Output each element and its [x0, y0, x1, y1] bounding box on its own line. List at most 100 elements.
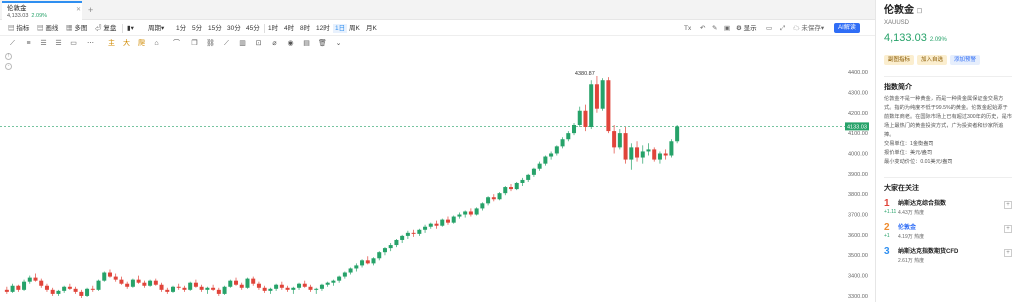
bear-icon[interactable]: ⌂	[152, 39, 161, 48]
period-week[interactable]: 周K	[349, 24, 360, 33]
trendline-icon[interactable]: ⟋	[8, 39, 17, 48]
candlestick-chart[interactable]: 4400.00 4300.00 4200.00 4100.00 4000.00 3900.…	[0, 52, 875, 302]
edit-icon[interactable]: ✎	[712, 24, 717, 33]
period-1h[interactable]: 1时	[268, 24, 278, 33]
candle-body	[256, 283, 261, 288]
candle-body	[228, 280, 233, 287]
toolbar: ▤ 指标 ▤ 画线 ▦ 多图 ⏎ 复盘 ▮▾ 周期▾ 1分 5分 15分 30分…	[0, 21, 875, 36]
screenshot-icon[interactable]: ▣	[724, 24, 730, 33]
candle-body	[514, 182, 519, 190]
candle-body	[199, 286, 204, 290]
bars-icon[interactable]: ▥	[238, 39, 247, 48]
replay-button[interactable]: ⏎ 复盘	[95, 24, 116, 33]
watch-name: 纳斯达克指数期货CFD	[898, 249, 959, 255]
candle-body	[56, 290, 61, 294]
watch-item[interactable]: 2 伦敦金 +1 4.19万 热度 +	[884, 220, 1012, 242]
candle-body	[411, 232, 416, 234]
undo-icon[interactable]: ↶	[700, 24, 705, 33]
period-1d[interactable]: 1日	[333, 24, 348, 33]
more-icon[interactable]: ⋯	[86, 39, 95, 48]
watch-heat: 2.61万 热度	[898, 258, 925, 264]
lines-icon[interactable]: ☰	[39, 39, 48, 48]
period-15m[interactable]: 15分	[208, 24, 222, 33]
trash-icon[interactable]: 🗑	[318, 39, 327, 48]
candle-body	[113, 276, 118, 280]
price-tick-label: 3900.00	[848, 172, 868, 178]
candle-body	[90, 288, 95, 290]
period-dropdown[interactable]: 周期▾	[148, 24, 164, 33]
add-alert-button[interactable]: 添加预警	[950, 55, 981, 65]
channel-icon[interactable]: ☰	[54, 39, 63, 48]
watch-item[interactable]: 3 纳斯达克指数期货CFD 2.61万 热度 +	[884, 244, 1012, 266]
candle-body	[285, 287, 290, 290]
candle-body	[342, 272, 347, 277]
layout-icon[interactable]: ▭	[766, 24, 772, 33]
add-icon[interactable]: +	[1004, 225, 1012, 233]
candle-body	[325, 282, 330, 285]
period-5m[interactable]: 5分	[192, 24, 202, 33]
hline-icon[interactable]: ≡	[24, 39, 33, 48]
eye-icon[interactable]: ◉	[286, 39, 295, 48]
bull-icon[interactable]: 爬	[137, 39, 146, 48]
sub-indicator-button[interactable]: 副图指标	[884, 55, 915, 65]
ai-interpret-button[interactable]: AI解读	[834, 23, 860, 33]
price-tick-label: 4000.00	[848, 151, 868, 157]
fullscreen-icon[interactable]: ⤢	[780, 24, 785, 33]
period-4h[interactable]: 4时	[284, 24, 294, 33]
clipboard-icon[interactable]: ▤	[302, 39, 311, 48]
dropdown-icon[interactable]: ⌄	[334, 39, 343, 48]
watch-item[interactable]: 1 纳斯达克综合指数 +1.11 4.43万 热度 +	[884, 196, 1012, 218]
big-icon[interactable]: 大	[122, 39, 131, 48]
magnet-icon[interactable]: ⌀	[270, 39, 279, 48]
price-tick-label: 4400.00	[848, 70, 868, 76]
candle-body	[440, 219, 445, 226]
pattern-icon[interactable]: ⟋	[222, 39, 231, 48]
draw-button[interactable]: ▤ 画线	[37, 24, 58, 33]
unsaved-button[interactable]: ☁ 未保存▾	[793, 24, 824, 33]
price-tick-label: 4300.00	[848, 90, 868, 96]
lock-icon[interactable]: ⊡	[254, 39, 263, 48]
text-tool-icon[interactable]: Tx	[684, 24, 691, 33]
buy-icon[interactable]: 主	[107, 39, 116, 48]
period-12h[interactable]: 12时	[316, 24, 330, 33]
candle-body	[457, 214, 462, 217]
candle-body	[245, 278, 250, 288]
candle-body	[405, 232, 410, 236]
period-8h[interactable]: 8时	[300, 24, 310, 33]
chart-type-button[interactable]: ▮▾	[127, 24, 134, 33]
candle-body	[153, 280, 158, 285]
candle-body	[423, 226, 428, 230]
fib-icon[interactable]: ⌒	[172, 39, 181, 48]
period-month[interactable]: 月K	[366, 24, 377, 33]
multi-chart-button[interactable]: ▦ 多图	[66, 24, 87, 33]
add-icon[interactable]: +	[1004, 249, 1012, 257]
quote-unit: 报价单位：美元/盎司	[884, 150, 933, 156]
tab-xau[interactable]: 伦敦金 4,133.03 2.09% ✕	[2, 1, 82, 20]
candle-body	[531, 168, 536, 175]
candle-body	[314, 288, 319, 290]
candle-body	[629, 147, 634, 160]
tab-change: 2.09%	[31, 13, 48, 19]
copy-icon[interactable]: ❐	[917, 9, 922, 15]
watch-rank: 1	[884, 198, 890, 209]
add-watchlist-button[interactable]: 加入自选	[917, 55, 948, 65]
period-1m[interactable]: 1分	[176, 24, 186, 33]
price-tick-label: 4100.00	[848, 131, 868, 137]
period-30m[interactable]: 30分	[227, 24, 241, 33]
period-45m[interactable]: 45分	[246, 24, 260, 33]
candle-body	[400, 235, 405, 240]
add-icon[interactable]: +	[1004, 201, 1012, 209]
price-tick-label: 3400.00	[848, 274, 868, 280]
display-button[interactable]: ⚙ 显示	[736, 24, 757, 33]
rectangle-icon[interactable]: ▭	[69, 39, 78, 48]
plus-icon[interactable]: +	[88, 5, 93, 15]
candle-body	[652, 149, 657, 160]
indicator-button[interactable]: ▤ 指标	[8, 24, 29, 33]
copy-icon[interactable]: ❐	[190, 39, 199, 48]
close-icon[interactable]: ✕	[76, 6, 81, 13]
link-icon[interactable]: ⛓	[206, 39, 215, 48]
candle-body	[102, 272, 107, 281]
candle-body	[205, 287, 210, 290]
candle-body	[216, 289, 221, 294]
candle-body	[566, 133, 571, 140]
